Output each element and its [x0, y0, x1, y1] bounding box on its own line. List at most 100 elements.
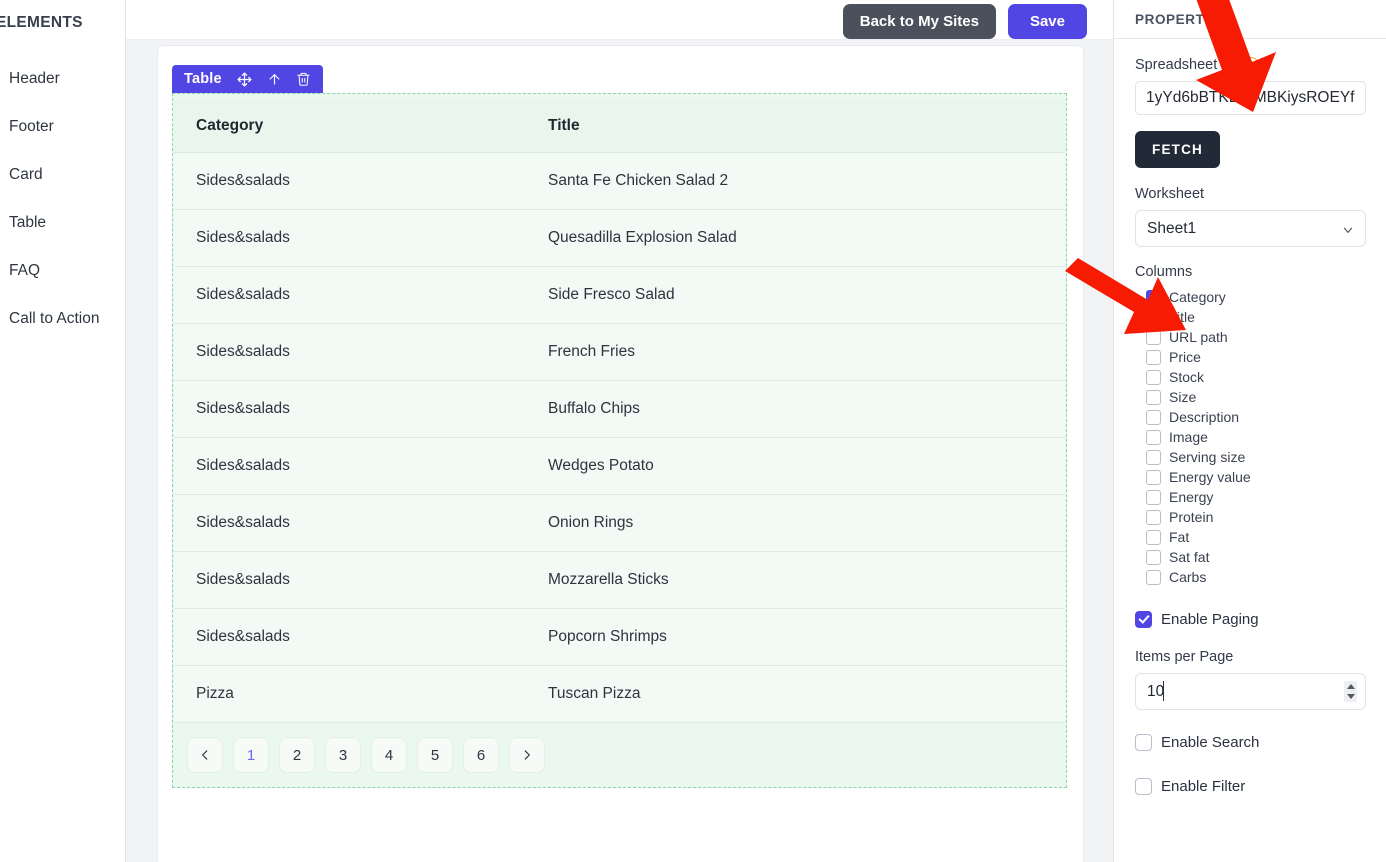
checkbox-box[interactable] [1146, 329, 1161, 345]
checkbox-box[interactable] [1146, 369, 1161, 385]
column-checkbox-fat[interactable]: Fat [1146, 527, 1365, 547]
items-per-page-input[interactable] [1135, 673, 1366, 710]
page-preview-card: Table Category Title Sides&salads Santa … [158, 46, 1083, 862]
enable-search-checkbox[interactable]: Enable Search [1135, 730, 1365, 754]
checkbox-box[interactable] [1146, 509, 1161, 525]
pagination-next-button[interactable] [509, 737, 545, 773]
table-cell-title: Buffalo Chips [526, 380, 1065, 438]
spreadsheet-id-label-text: Spreadsheet ID [1135, 57, 1236, 73]
fetch-button[interactable]: FETCH [1135, 131, 1220, 168]
spreadsheet-id-label: Spreadsheet ID i [1135, 57, 1365, 73]
table-row: Sides&salads Mozzarella Sticks [174, 551, 1065, 609]
column-checkbox-energy-value[interactable]: Energy value [1146, 467, 1365, 487]
pagination-page-1[interactable]: 1 [233, 737, 269, 773]
stepper-down-icon [1346, 694, 1355, 700]
column-checkbox-size[interactable]: Size [1146, 387, 1365, 407]
info-circle-icon[interactable]: i [1242, 57, 1259, 73]
checkbox-box[interactable] [1146, 349, 1161, 365]
column-checkbox-price[interactable]: Price [1146, 347, 1365, 367]
pagination-page-6[interactable]: 6 [463, 737, 499, 773]
column-label: Size [1169, 389, 1197, 405]
table-cell-category: Sides&salads [174, 152, 526, 210]
column-label: Fat [1169, 529, 1190, 545]
worksheet-label: Worksheet [1135, 186, 1365, 202]
sidebar-item-label: Card [9, 166, 43, 183]
save-button[interactable]: Save [1007, 4, 1087, 39]
column-checkbox-category[interactable]: Category [1146, 287, 1365, 307]
table-cell-title: Quesadilla Explosion Salad [526, 209, 1065, 267]
sidebar-items-list: Header Footer Card Table FAQ Call to Act… [0, 55, 126, 343]
enable-paging-checkbox[interactable]: Enable Paging [1135, 607, 1365, 631]
column-checkbox-url-path[interactable]: URL path [1146, 327, 1365, 347]
column-checkbox-stock[interactable]: Stock [1146, 367, 1365, 387]
arrow-up-icon[interactable] [267, 71, 282, 87]
text-caret [1163, 681, 1164, 701]
properties-panel-body: Spreadsheet ID i FETCH Worksheet Sheet1 … [1114, 39, 1386, 798]
table-row: Sides&salads Santa Fe Chicken Salad 2 [174, 152, 1065, 210]
column-label: Category [1169, 289, 1226, 305]
pagination-prev-button[interactable] [187, 737, 223, 773]
checkbox-box[interactable] [1146, 389, 1161, 405]
items-per-page-label: Items per Page [1135, 649, 1234, 665]
column-checkbox-sat-fat[interactable]: Sat fat [1146, 547, 1365, 567]
column-checkbox-energy[interactable]: Energy [1146, 487, 1365, 507]
table-row: Sides&salads Quesadilla Explosion Salad [174, 209, 1065, 267]
checkbox-box[interactable] [1135, 733, 1152, 751]
sidebar-item-label: Footer [9, 118, 54, 135]
pagination-page-5[interactable]: 5 [417, 737, 453, 773]
checkbox-box[interactable] [1146, 469, 1161, 485]
enable-paging-label: Enable Paging [1161, 610, 1259, 628]
worksheet-select[interactable]: Sheet1 [1135, 210, 1366, 247]
sidebar-item-faq[interactable]: FAQ [0, 247, 126, 295]
column-checkbox-description[interactable]: Description [1146, 407, 1365, 427]
checkbox-box[interactable] [1135, 777, 1152, 795]
editor-canvas: Back to My Sites Save Table Category Tit… [126, 0, 1113, 862]
column-label: Energy [1169, 489, 1214, 505]
pagination-page-4[interactable]: 4 [371, 737, 407, 773]
pagination-page-3[interactable]: 3 [325, 737, 361, 773]
checkbox-box[interactable] [1146, 529, 1161, 545]
move-cross-icon[interactable] [236, 71, 253, 88]
table-cell-category: Sides&salads [174, 494, 526, 552]
checkbox-box[interactable] [1146, 409, 1161, 425]
sidebar-item-card[interactable]: Card [0, 151, 126, 199]
table-cell-category: Sides&salads [174, 437, 526, 495]
checkbox-box[interactable] [1146, 289, 1161, 305]
column-checkbox-carbs[interactable]: Carbs [1146, 567, 1365, 587]
checkbox-box[interactable] [1146, 309, 1161, 325]
table-cell-category: Sides&salads [174, 209, 526, 267]
pagination-page-2[interactable]: 2 [279, 737, 315, 773]
back-to-my-sites-button[interactable]: Back to My Sites [842, 4, 996, 39]
quantity-stepper[interactable] [1344, 681, 1357, 702]
checkbox-box[interactable] [1146, 569, 1161, 585]
table-row: Sides&salads French Fries [174, 323, 1065, 381]
properties-panel-title: PROPERTIES [1114, 0, 1386, 39]
table-cell-category: Sides&salads [174, 608, 526, 666]
sidebar-item-footer[interactable]: Footer [0, 103, 126, 151]
table-cell-category: Sides&salads [174, 323, 526, 381]
sidebar-item-label: Call to Action [9, 310, 100, 327]
sidebar-item-call-to-action[interactable]: Call to Action [0, 295, 126, 343]
sidebar-item-header[interactable]: Header [0, 55, 126, 103]
table-cell-title: French Fries [526, 323, 1065, 381]
trash-icon[interactable] [296, 71, 311, 87]
checkbox-box[interactable] [1146, 549, 1161, 565]
spreadsheet-id-input[interactable] [1135, 81, 1366, 115]
column-label: Price [1169, 349, 1201, 365]
element-type-label: Table [184, 71, 222, 87]
column-checkbox-protein[interactable]: Protein [1146, 507, 1365, 527]
sidebar-item-label: Header [9, 70, 60, 87]
column-checkbox-title[interactable]: Title [1146, 307, 1365, 327]
enable-filter-checkbox[interactable]: Enable Filter [1135, 774, 1365, 798]
enable-filter-label: Enable Filter [1161, 777, 1246, 795]
table-row: Sides&salads Buffalo Chips [174, 380, 1065, 438]
checkbox-box[interactable] [1146, 449, 1161, 465]
table-body: Sides&salads Santa Fe Chicken Salad 2 Si… [174, 152, 1065, 723]
table-row: Pizza Tuscan Pizza [174, 665, 1065, 723]
sidebar-item-table[interactable]: Table [0, 199, 126, 247]
checkbox-box[interactable] [1135, 610, 1152, 628]
checkbox-box[interactable] [1146, 429, 1161, 445]
checkbox-box[interactable] [1146, 489, 1161, 505]
column-checkbox-image[interactable]: Image [1146, 427, 1365, 447]
column-checkbox-serving-size[interactable]: Serving size [1146, 447, 1365, 467]
